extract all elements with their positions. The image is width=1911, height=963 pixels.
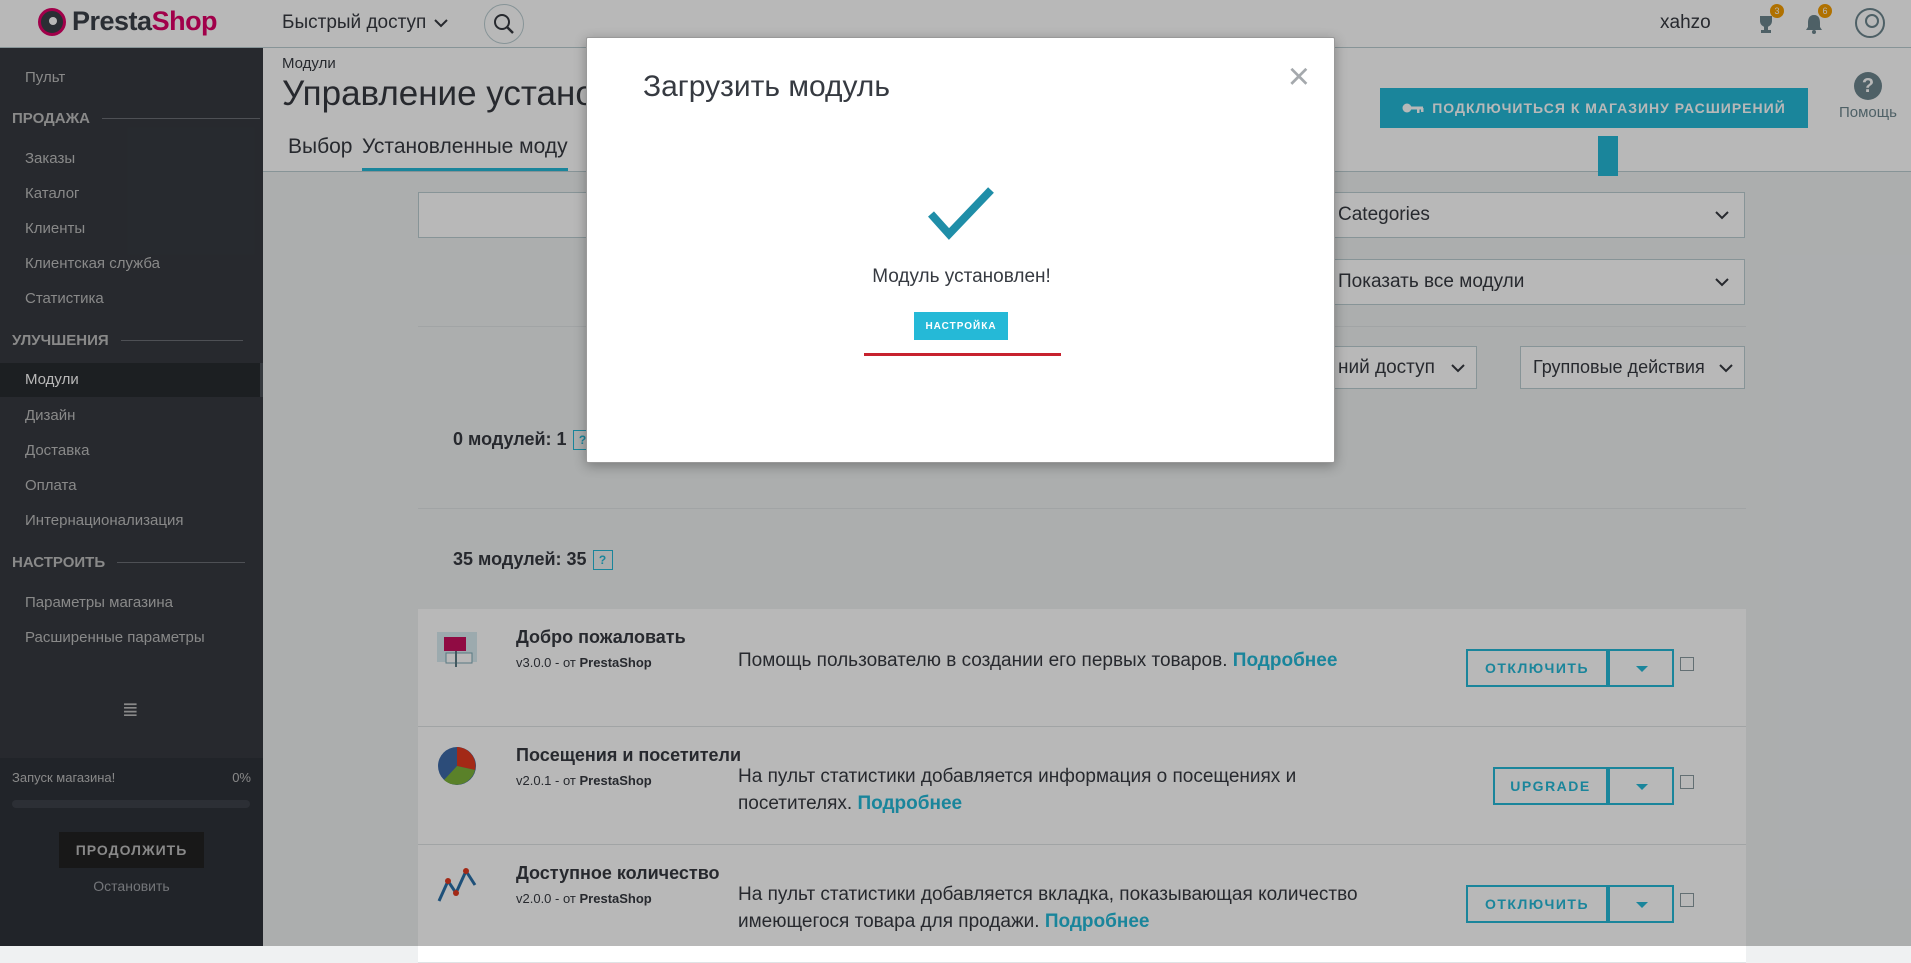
upload-module-dialog: Загрузить модуль × Модуль установлен! НА… bbox=[586, 37, 1335, 463]
configure-button[interactable]: НАСТРОЙКА bbox=[914, 312, 1008, 340]
success-message: Модуль установлен! bbox=[872, 266, 1051, 287]
close-icon[interactable]: × bbox=[1288, 58, 1310, 96]
error-underline bbox=[864, 353, 1061, 356]
modal-title: Загрузить модуль bbox=[643, 70, 890, 103]
checkmark-icon bbox=[928, 187, 994, 240]
